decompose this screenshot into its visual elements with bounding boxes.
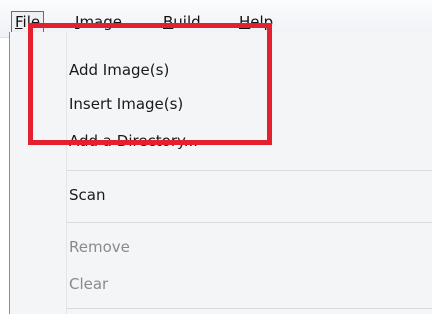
menu-image[interactable]: Image	[75, 11, 122, 33]
menu-build[interactable]: Build	[163, 11, 201, 33]
menu-build-accel: B	[163, 13, 174, 31]
menu-image-label: mage	[79, 13, 122, 31]
menu-help-accel: H	[239, 13, 251, 31]
menu-build-label: uild	[173, 13, 201, 31]
menu-separator	[67, 222, 432, 223]
menu-help-label: elp	[250, 13, 274, 31]
menu-separator	[67, 308, 432, 309]
menu-item-add-directory[interactable]: Add a Directory...	[69, 131, 198, 151]
menu-item-insert-images[interactable]: Insert Image(s)	[69, 94, 183, 114]
menu-file-accel: F	[15, 13, 23, 31]
menu-icon-gutter-divider	[66, 32, 67, 314]
menu-file[interactable]: File	[11, 11, 45, 33]
menu-item-remove: Remove	[69, 238, 130, 256]
menu-file-label: ile	[22, 13, 41, 31]
menu-item-add-images[interactable]: Add Image(s)	[69, 60, 169, 80]
menu-help[interactable]: Help	[239, 11, 273, 33]
menu-item-scan[interactable]: Scan	[69, 185, 105, 205]
file-menu-dropdown: Add Image(s) Insert Image(s) Add a Direc…	[9, 32, 432, 314]
menu-item-clear: Clear	[69, 275, 109, 293]
menu-separator	[67, 170, 432, 171]
